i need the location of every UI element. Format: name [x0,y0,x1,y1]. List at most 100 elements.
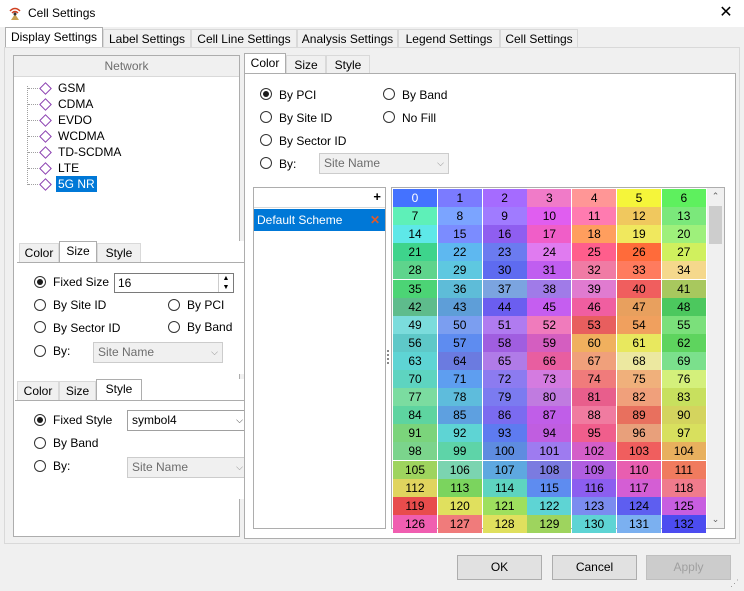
pci-color-cell[interactable]: 23 [482,243,527,262]
pci-color-cell[interactable]: 40 [617,279,661,298]
pci-color-cell[interactable]: 65 [482,351,527,370]
pci-color-cell[interactable]: 51 [482,315,527,334]
network-item[interactable]: CDMA [56,96,95,112]
color-by-radio[interactable] [260,157,272,169]
tab-cell-settings[interactable]: Cell Settings [500,29,578,48]
pci-color-cell[interactable]: 130 [572,514,617,533]
pci-color-cell[interactable]: 132 [661,514,706,533]
pci-color-cell[interactable]: 6 [661,189,706,207]
pci-color-cell[interactable]: 57 [437,333,482,352]
size-by-site-id-radio[interactable] [34,299,46,311]
pci-color-cell[interactable]: 9 [482,207,527,226]
pci-color-cell[interactable]: 3 [527,189,572,207]
pci-color-cell[interactable]: 42 [393,297,437,316]
pci-color-cell[interactable]: 89 [617,406,661,425]
pci-color-cell[interactable]: 123 [572,496,617,515]
scroll-up-icon[interactable]: ⌃ [707,188,724,205]
pci-color-cell[interactable]: 53 [572,315,617,334]
pci-color-cell[interactable]: 2 [482,189,527,207]
pci-color-cell[interactable]: 43 [437,297,482,316]
style-panel-tab-size[interactable]: Size [59,381,96,400]
pci-color-cell[interactable]: 114 [482,478,527,497]
pci-color-cell[interactable]: 60 [572,333,617,352]
resize-grip-icon[interactable]: ⋰ [730,578,742,590]
pci-color-cell[interactable]: 11 [572,207,617,226]
pci-color-cell[interactable]: 127 [437,514,482,533]
pci-color-cell[interactable]: 66 [527,351,572,370]
pci-color-cell[interactable]: 37 [482,279,527,298]
pci-color-cell[interactable]: 104 [661,442,706,461]
pci-color-cell[interactable]: 67 [572,351,617,370]
pci-color-cell[interactable]: 120 [437,496,482,515]
pci-color-cell[interactable]: 49 [393,315,437,334]
color-no-fill-radio[interactable] [383,111,395,123]
pci-color-cell[interactable]: 111 [661,460,706,479]
stepper-up-icon[interactable]: ▲ [218,274,233,283]
size-panel-tab-color[interactable]: Color [19,243,59,262]
pci-color-cell[interactable]: 103 [617,442,661,461]
pci-color-cell[interactable]: 14 [393,225,437,244]
pci-color-cell[interactable]: 59 [527,333,572,352]
pci-color-cell[interactable]: 31 [527,261,572,280]
pci-color-cell[interactable]: 131 [617,514,661,533]
network-item[interactable]: 5G NR [56,176,97,192]
pci-color-cell[interactable]: 80 [527,388,572,407]
tab-analysis-settings[interactable]: Analysis Settings [297,29,398,48]
pci-color-cell[interactable]: 113 [437,478,482,497]
pci-color-cell[interactable]: 124 [617,496,661,515]
pci-color-cell[interactable]: 107 [482,460,527,479]
style-panel-tab-style[interactable]: Style [96,379,142,400]
network-item[interactable]: LTE [56,160,81,176]
pci-color-cell[interactable]: 32 [572,261,617,280]
pci-color-cell[interactable]: 116 [572,478,617,497]
pci-color-cell[interactable]: 34 [661,261,706,280]
pci-color-cell[interactable]: 27 [661,243,706,262]
pci-color-cell[interactable]: 81 [572,388,617,407]
size-by-pci-radio[interactable] [168,299,180,311]
tab-cell-line-settings[interactable]: Cell Line Settings [191,29,297,48]
pci-color-cell[interactable]: 0 [393,189,437,207]
pci-color-cell[interactable]: 69 [661,351,706,370]
pci-color-cell[interactable]: 117 [617,478,661,497]
pci-color-cell[interactable]: 47 [617,297,661,316]
pci-color-cell[interactable]: 99 [437,442,482,461]
pci-color-cell[interactable]: 106 [437,460,482,479]
tab-display-settings[interactable]: Display Settings [5,27,103,48]
pci-color-cell[interactable]: 36 [437,279,482,298]
pci-color-cell[interactable]: 21 [393,243,437,262]
pci-color-cell[interactable]: 96 [617,424,661,443]
style-by-band-radio[interactable] [34,437,46,449]
style-panel-tab-color[interactable]: Color [17,381,59,400]
pci-color-cell[interactable]: 79 [482,388,527,407]
pci-color-cell[interactable]: 48 [661,297,706,316]
pci-color-cell[interactable]: 98 [393,442,437,461]
pci-color-cell[interactable]: 92 [437,424,482,443]
pci-color-cell[interactable]: 91 [393,424,437,443]
pci-color-cell[interactable]: 93 [482,424,527,443]
ok-button[interactable]: OK [457,555,542,580]
pci-color-cell[interactable]: 110 [617,460,661,479]
pci-color-cell[interactable]: 108 [527,460,572,479]
pci-color-cell[interactable]: 83 [661,388,706,407]
pci-color-cell[interactable]: 94 [527,424,572,443]
pci-color-cell[interactable]: 78 [437,388,482,407]
pci-color-cell[interactable]: 119 [393,496,437,515]
color-by-combo[interactable]: Site Name ⌵ [319,153,449,174]
pci-color-cell[interactable]: 121 [482,496,527,515]
size-by-radio[interactable] [34,345,46,357]
pci-color-cell[interactable]: 63 [393,351,437,370]
size-panel-tab-size[interactable]: Size [59,241,97,262]
tab-size[interactable]: Size [286,55,326,74]
style-by-radio[interactable] [34,460,46,472]
pci-color-cell[interactable]: 58 [482,333,527,352]
pci-color-cell[interactable]: 45 [527,297,572,316]
style-by-combo[interactable]: Site Name ⌵ [127,457,248,478]
pci-color-cell[interactable]: 76 [661,370,706,388]
scheme-item-default[interactable]: Default Scheme ✕ [254,209,385,231]
pci-color-cell[interactable]: 15 [437,225,482,244]
pci-color-cell[interactable]: 68 [617,351,661,370]
pci-color-cell[interactable]: 101 [527,442,572,461]
stepper-down-icon[interactable]: ▼ [218,283,233,292]
pci-color-cell[interactable]: 13 [661,207,706,226]
color-by-sector-id-radio[interactable] [260,134,272,146]
